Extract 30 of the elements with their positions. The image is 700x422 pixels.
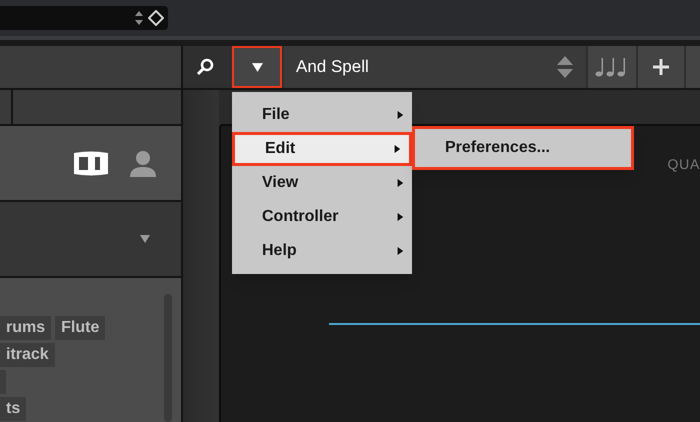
submenu-arrow-icon (396, 246, 404, 256)
search-icon[interactable] (196, 58, 214, 76)
menu-item[interactable]: Controller (232, 200, 412, 234)
add-button[interactable] (638, 46, 684, 88)
submenu-arrow-icon (396, 212, 404, 222)
preset-name: And Spell (296, 56, 369, 78)
tag[interactable]: Flute (55, 316, 106, 340)
plus-icon (652, 58, 670, 76)
tag[interactable]: rums (0, 316, 52, 340)
menu-item[interactable]: View (232, 166, 412, 200)
spinner-icon[interactable] (134, 9, 144, 27)
logo-icon (73, 150, 109, 176)
menu-button[interactable] (232, 46, 282, 88)
tag[interactable]: itrack (0, 343, 55, 367)
preset-field[interactable]: And Spell (284, 46, 586, 88)
submenu-arrow-icon (396, 110, 404, 120)
submenu-arrow-icon (396, 178, 404, 188)
notes-button[interactable] (588, 46, 636, 88)
caret-icon (138, 234, 152, 244)
menu-item[interactable]: Edit (232, 132, 412, 166)
submenu-arrow-icon (393, 144, 401, 154)
user-icon[interactable] (129, 149, 157, 177)
header-label: QUA (668, 155, 700, 174)
menu-item[interactable]: Preferences... (415, 136, 631, 160)
caret-icon (250, 62, 264, 72)
tag[interactable]: ts (0, 397, 26, 421)
menu-item[interactable]: Help (232, 234, 412, 268)
diamond-icon[interactable] (148, 10, 164, 26)
input-field[interactable] (0, 6, 168, 30)
menu-item[interactable]: File (232, 98, 412, 132)
